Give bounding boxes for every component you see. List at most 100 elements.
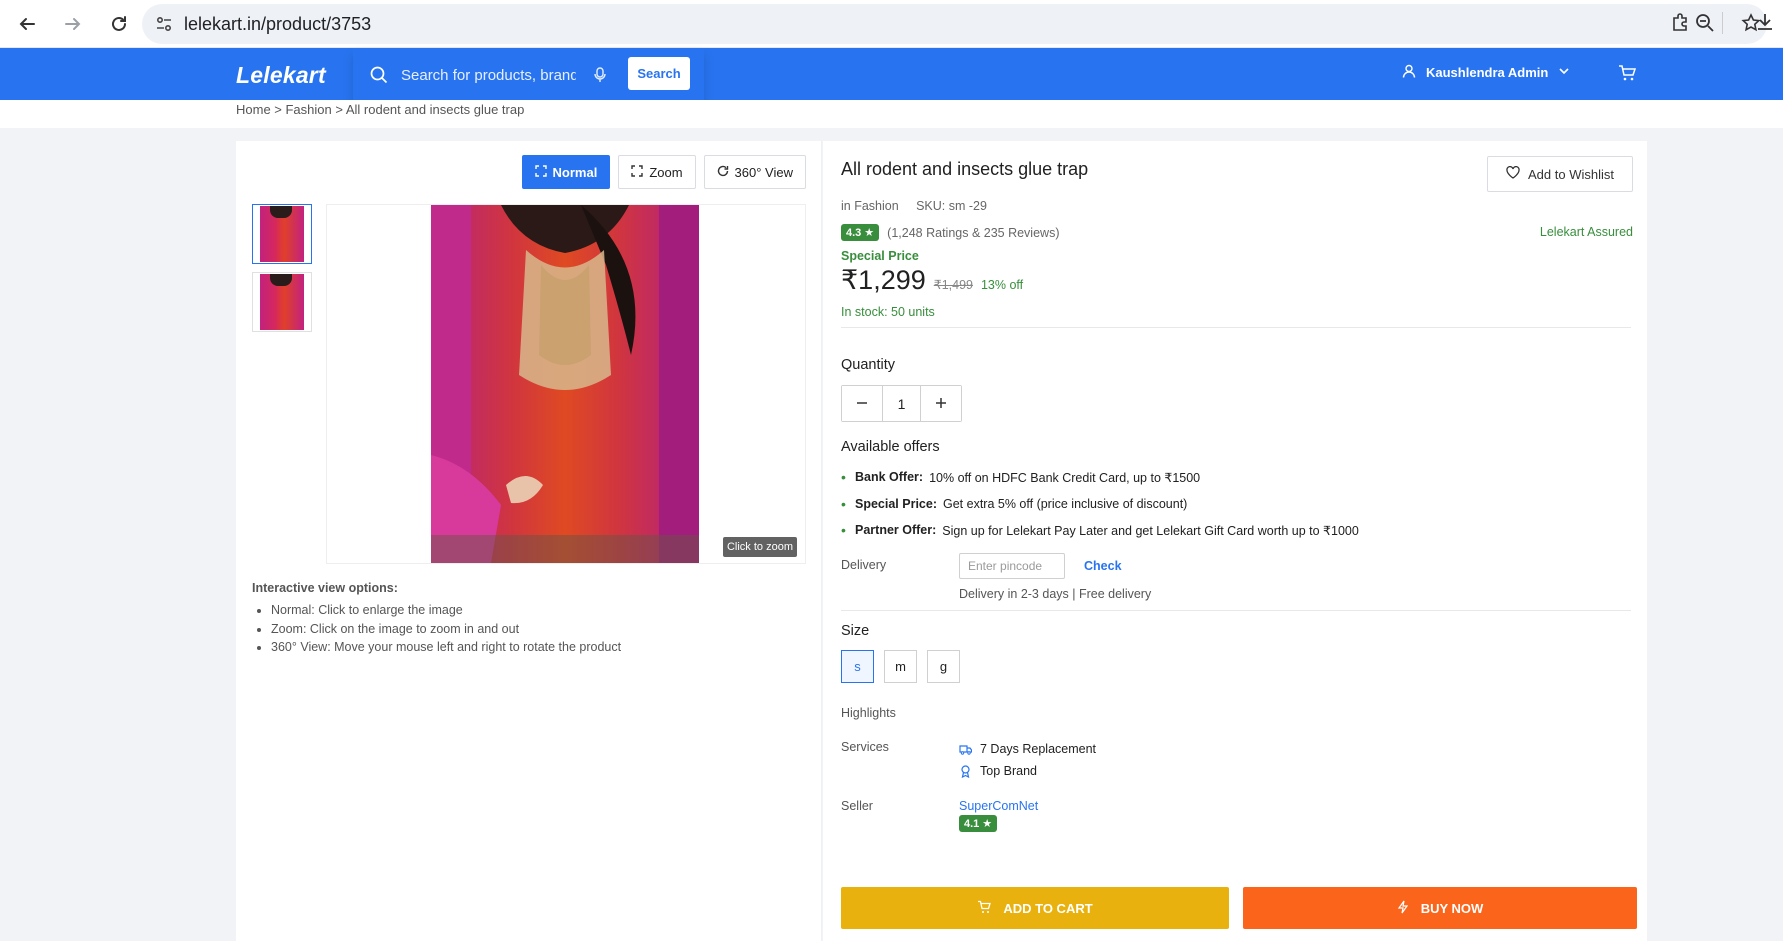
view-mode-buttons: Normal Zoom 360° View <box>521 155 806 189</box>
size-option[interactable]: m <box>884 650 917 683</box>
bullet-icon: • <box>841 469 846 486</box>
size-options: s m g <box>841 650 960 683</box>
breadcrumb[interactable]: Home > Fashion > All rodent and insects … <box>236 102 524 117</box>
bullet-icon: • <box>841 495 846 512</box>
heart-icon <box>1506 165 1520 182</box>
minus-icon <box>856 393 868 414</box>
search-bar: Search <box>353 48 704 102</box>
quantity-value[interactable]: 1 <box>882 386 921 421</box>
seller-name-link[interactable]: SuperComNet <box>959 799 1038 813</box>
rotate-view-button[interactable]: 360° View <box>703 155 806 189</box>
quantity-label: Quantity <box>841 357 895 373</box>
zoom-view-button[interactable]: Zoom <box>618 155 696 189</box>
rating-badge: 4.3 ★ <box>841 224 880 241</box>
site-logo[interactable]: Lelekart <box>236 62 326 89</box>
product-category: in Fashion <box>841 199 899 213</box>
services-label: Services <box>841 740 889 754</box>
offer-item: • Special Price: Get extra 5% off (price… <box>841 495 1188 512</box>
divider <box>841 610 1631 611</box>
plus-icon <box>935 393 947 414</box>
rating-count[interactable]: (1,248 Ratings & 235 Reviews) <box>887 226 1059 240</box>
seller-label: Seller <box>841 799 873 813</box>
services-list: 7 Days Replacement Top Brand <box>959 738 1096 782</box>
reload-icon[interactable] <box>102 7 136 41</box>
user-icon <box>1402 64 1416 81</box>
chevron-down-icon[interactable] <box>1558 65 1570 80</box>
product-meta: in Fashion SKU: sm -29 <box>841 199 987 213</box>
thumbnail[interactable] <box>252 204 312 264</box>
view-note-item: Normal: Click to enlarge the image <box>271 601 621 620</box>
microphone-icon[interactable] <box>592 66 608 84</box>
special-price-label: Special Price <box>841 249 919 263</box>
add-to-wishlist-button[interactable]: Add to Wishlist <box>1487 156 1633 192</box>
breadcrumb-bar: Home > Fashion > All rodent and insects … <box>0 100 1783 128</box>
offers-title: Available offers <box>841 439 940 455</box>
stock-status: In stock: 50 units <box>841 305 935 319</box>
browser-toolbar: lelekart.in/product/3753 <box>0 0 1783 48</box>
offers-list: • Bank Offer: 10% off on HDFC Bank Credi… <box>841 464 1359 544</box>
view-note-item: 360° View: Move your mouse left and righ… <box>271 638 621 657</box>
offer-item: • Bank Offer: 10% off on HDFC Bank Credi… <box>841 469 1201 486</box>
rotate-icon <box>717 165 729 180</box>
bullet-icon: • <box>841 522 846 539</box>
back-icon[interactable] <box>10 7 44 41</box>
size-option[interactable]: s <box>841 650 874 683</box>
forward-icon[interactable] <box>56 7 90 41</box>
increase-quantity-button[interactable] <box>921 386 961 421</box>
zoom-hint: Click to zoom <box>722 537 797 557</box>
view-note-item: Zoom: Click on the image to zoom in and … <box>271 620 621 639</box>
assured-badge: Lelekart Assured <box>1539 225 1633 239</box>
size-label: Size <box>841 623 870 639</box>
user-menu[interactable]: Kaushlendra Admin <box>1402 64 1570 81</box>
product-sku: SKU: sm -29 <box>916 199 987 213</box>
site-info-icon[interactable] <box>154 14 174 34</box>
product-title: All rodent and insects glue trap <box>841 159 1089 179</box>
highlights-label: Highlights <box>841 706 896 720</box>
service-item: 7 Days Replacement <box>959 738 1096 760</box>
buy-now-button[interactable]: BUY NOW <box>1243 887 1637 929</box>
original-price: ₹1,499 <box>933 278 973 292</box>
expand-icon <box>631 164 644 180</box>
decrease-quantity-button[interactable] <box>842 386 882 421</box>
address-bar[interactable]: lelekart.in/product/3753 <box>142 4 1767 44</box>
main-image-frame[interactable]: Click to zoom <box>326 204 806 564</box>
view-options-notes: Interactive view options: Normal: Click … <box>252 581 621 657</box>
expand-icon <box>534 164 547 180</box>
product-details: All rodent and insects glue trap Add to … <box>823 141 1647 941</box>
delivery-info: Delivery in 2-3 days | Free delivery <box>959 587 1152 601</box>
truck-icon <box>959 744 972 755</box>
download-icon[interactable] <box>1755 12 1775 35</box>
cart-icon <box>977 900 992 917</box>
offer-item: • Partner Offer: Sign up for Lelekart Pa… <box>841 522 1359 539</box>
normal-view-button[interactable]: Normal <box>521 155 611 189</box>
search-input[interactable] <box>401 66 576 84</box>
star-icon: ★ <box>982 818 993 830</box>
search-button[interactable]: Search <box>628 57 690 90</box>
thumbnail-image <box>260 274 304 330</box>
view-notes-title: Interactive view options: <box>252 581 398 595</box>
seller-rating-badge: 4.1 ★ <box>959 815 998 832</box>
pincode-input[interactable] <box>959 553 1065 579</box>
add-to-cart-button[interactable]: ADD TO CART <box>841 887 1229 929</box>
extensions-icon[interactable] <box>1670 12 1690 35</box>
toolbar-divider <box>1722 12 1723 34</box>
user-name[interactable]: Kaushlendra Admin <box>1426 65 1548 80</box>
cart-icon[interactable] <box>1618 64 1637 85</box>
lightning-icon <box>1397 900 1409 917</box>
selling-price: ₹1,299 <box>841 265 926 295</box>
product-image[interactable] <box>431 205 699 563</box>
award-icon <box>959 764 972 778</box>
url-text[interactable]: lelekart.in/product/3753 <box>184 14 371 35</box>
rating-badge: 4.1 ★ <box>959 815 998 832</box>
thumbnail-image <box>260 206 304 262</box>
check-pincode-button[interactable]: Check <box>1084 559 1122 573</box>
delivery-label: Delivery <box>841 558 887 572</box>
price-row: ₹1,299 ₹1,499 13% off <box>841 265 1023 296</box>
discount-percent: 13% off <box>980 278 1024 292</box>
quantity-stepper: 1 <box>841 385 962 422</box>
service-item: Top Brand <box>959 760 1096 782</box>
thumbnail[interactable] <box>252 272 312 332</box>
thumbnail-list <box>252 204 312 332</box>
size-option[interactable]: g <box>927 650 960 683</box>
site-header: Lelekart Search Kaushlendra Admin <box>0 48 1783 102</box>
